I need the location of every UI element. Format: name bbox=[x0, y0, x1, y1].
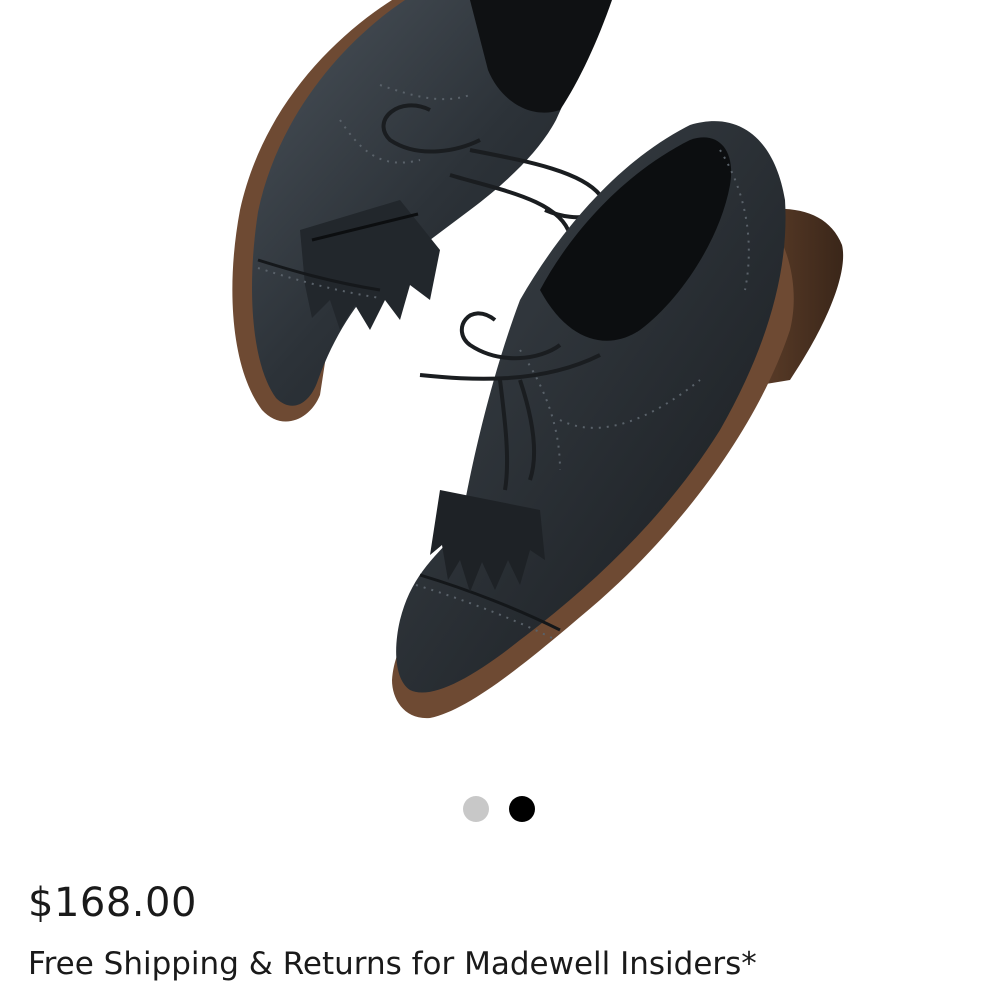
product-page: $168.00 Free Shipping & Returns for Made… bbox=[0, 0, 1000, 1000]
pager-dot-1[interactable] bbox=[463, 796, 489, 822]
product-image[interactable] bbox=[0, 0, 1000, 760]
shipping-note: Free Shipping & Returns for Madewell Ins… bbox=[28, 946, 757, 982]
product-price: $168.00 bbox=[28, 880, 197, 926]
pager-dot-2[interactable] bbox=[509, 796, 535, 822]
image-pager bbox=[463, 796, 535, 822]
shoe-pair-image bbox=[232, 0, 844, 719]
